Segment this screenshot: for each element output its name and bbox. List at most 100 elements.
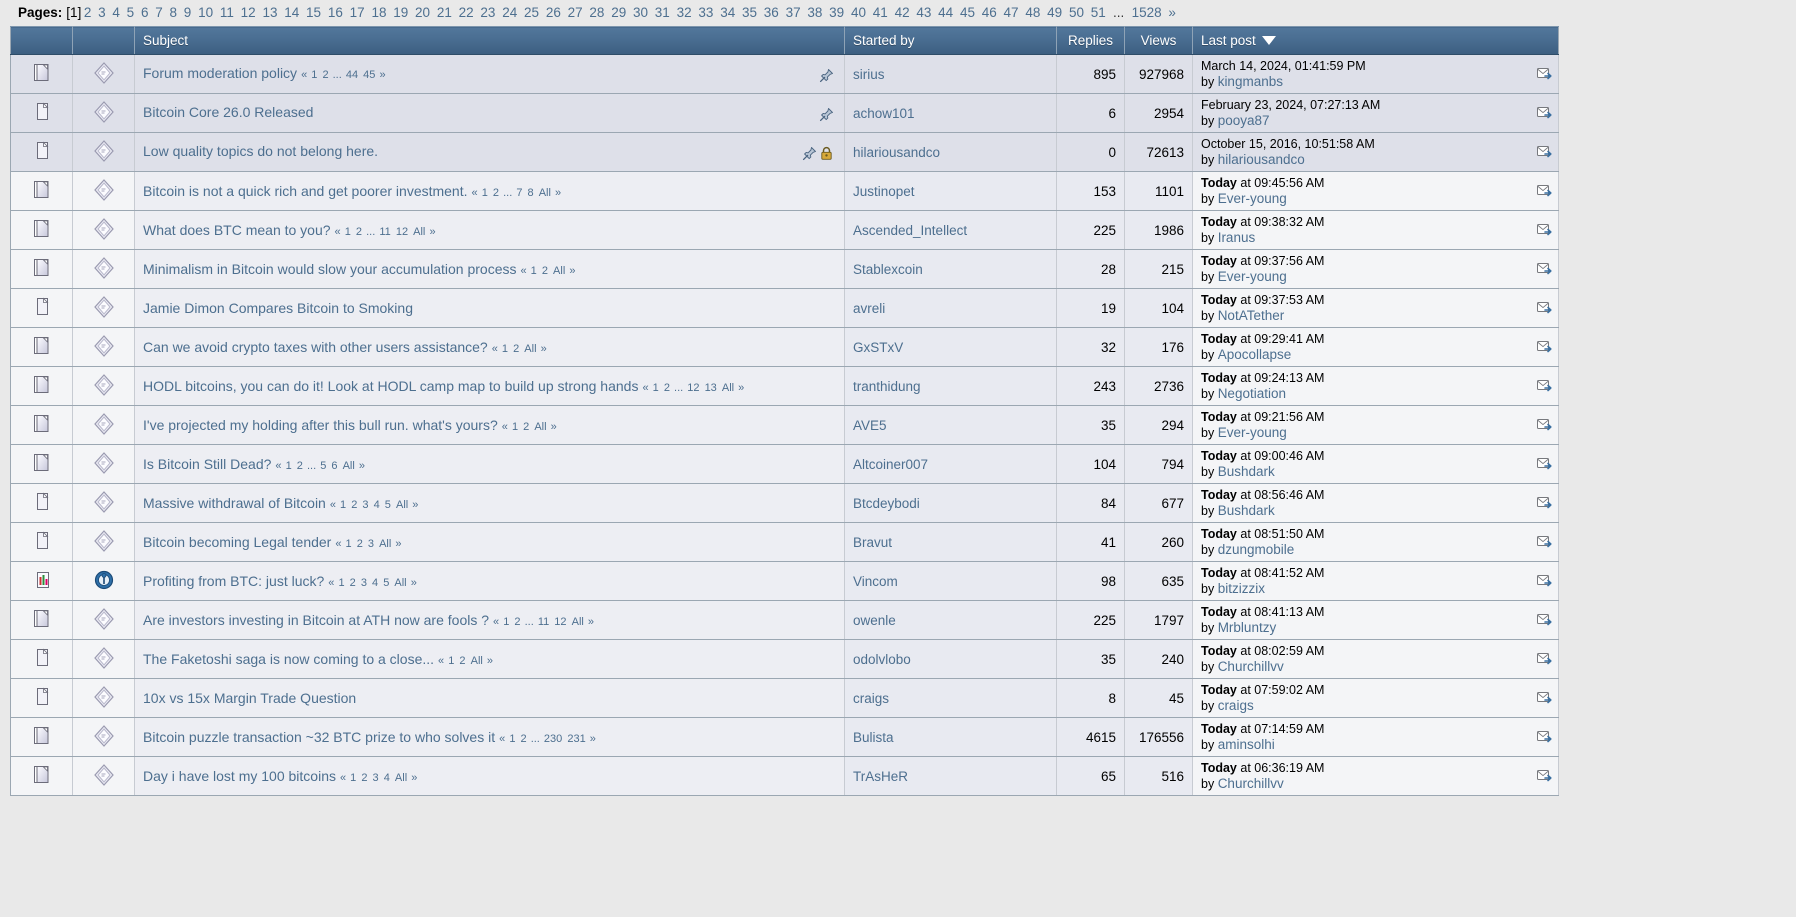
topic-starter-link[interactable]: odolvlobo bbox=[853, 652, 911, 667]
topic-page-1[interactable]: 1 bbox=[340, 499, 346, 511]
topic-page-11[interactable]: 11 bbox=[538, 616, 549, 628]
topic-page-2[interactable]: 2 bbox=[351, 499, 357, 511]
pagination-page-51[interactable]: 51 bbox=[1091, 5, 1106, 20]
topic-page-2[interactable]: 2 bbox=[513, 343, 519, 355]
topic-page-1[interactable]: 1 bbox=[346, 538, 352, 550]
topic-page-all[interactable]: All bbox=[553, 265, 565, 277]
pagination-next[interactable]: » bbox=[1168, 5, 1176, 20]
topic-page-all[interactable]: All bbox=[722, 382, 734, 394]
goto-last-post-icon[interactable] bbox=[1536, 182, 1552, 198]
pagination-page-15[interactable]: 15 bbox=[306, 5, 321, 20]
pagination-page-14[interactable]: 14 bbox=[284, 5, 299, 20]
pagination-page-33[interactable]: 33 bbox=[698, 5, 713, 20]
topic-page-1[interactable]: 1 bbox=[653, 382, 659, 394]
topic-page-5[interactable]: 5 bbox=[383, 577, 389, 589]
goto-last-post-icon[interactable] bbox=[1536, 65, 1552, 81]
topic-starter-link[interactable]: avreli bbox=[853, 301, 885, 316]
pagination-page-25[interactable]: 25 bbox=[524, 5, 539, 20]
topic-page-all[interactable]: All bbox=[395, 772, 407, 784]
pagination-page-47[interactable]: 47 bbox=[1004, 5, 1019, 20]
topic-starter-link[interactable]: sirius bbox=[853, 67, 885, 82]
topic-link[interactable]: 10x vs 15x Margin Trade Question bbox=[143, 690, 356, 706]
last-post-author-link[interactable]: Churchillvv bbox=[1218, 776, 1284, 791]
topic-starter-link[interactable]: AVE5 bbox=[853, 418, 887, 433]
pagination-page-31[interactable]: 31 bbox=[655, 5, 670, 20]
pagination-page-46[interactable]: 46 bbox=[982, 5, 997, 20]
pagination-page-29[interactable]: 29 bbox=[611, 5, 626, 20]
goto-last-post-icon[interactable] bbox=[1536, 260, 1552, 276]
topic-page-4[interactable]: 4 bbox=[384, 772, 390, 784]
topic-link[interactable]: Bitcoin becoming Legal tender bbox=[143, 534, 331, 550]
topic-page-2[interactable]: 2 bbox=[664, 382, 670, 394]
goto-last-post-icon[interactable] bbox=[1536, 299, 1552, 315]
last-post-author-link[interactable]: NotATether bbox=[1218, 308, 1285, 323]
topic-page-1[interactable]: 1 bbox=[350, 772, 356, 784]
topic-page-12[interactable]: 12 bbox=[396, 226, 408, 238]
topic-page-2[interactable]: 2 bbox=[350, 577, 356, 589]
pagination-page-43[interactable]: 43 bbox=[916, 5, 931, 20]
topic-link[interactable]: What does BTC mean to you? bbox=[143, 222, 331, 238]
topic-starter-link[interactable]: Ascended_Intellect bbox=[853, 223, 967, 238]
pagination-page-41[interactable]: 41 bbox=[873, 5, 888, 20]
topic-page-3[interactable]: 3 bbox=[368, 538, 374, 550]
topic-page-2[interactable]: 2 bbox=[459, 655, 465, 667]
pagination-page-44[interactable]: 44 bbox=[938, 5, 953, 20]
topic-link[interactable]: Massive withdrawal of Bitcoin bbox=[143, 495, 326, 511]
column-header-replies[interactable]: Replies bbox=[1056, 26, 1125, 55]
pagination-page-2[interactable]: 2 bbox=[84, 5, 92, 20]
topic-page-1[interactable]: 1 bbox=[345, 226, 351, 238]
topic-starter-link[interactable]: Bravut bbox=[853, 535, 892, 550]
column-header-topic-status[interactable] bbox=[10, 26, 73, 55]
last-post-author-link[interactable]: Ever-young bbox=[1218, 269, 1287, 284]
topic-page-2[interactable]: 2 bbox=[514, 616, 520, 628]
pagination-page-23[interactable]: 23 bbox=[480, 5, 495, 20]
topic-page-13[interactable]: 13 bbox=[705, 382, 717, 394]
pagination-page-50[interactable]: 50 bbox=[1069, 5, 1084, 20]
topic-page-2[interactable]: 2 bbox=[322, 69, 328, 81]
topic-link[interactable]: Minimalism in Bitcoin would slow your ac… bbox=[143, 261, 516, 277]
topic-page-2[interactable]: 2 bbox=[297, 460, 303, 472]
topic-page-all[interactable]: All bbox=[539, 187, 551, 199]
pagination-page-38[interactable]: 38 bbox=[807, 5, 822, 20]
topic-page-6[interactable]: 6 bbox=[331, 460, 337, 472]
goto-last-post-icon[interactable] bbox=[1536, 377, 1552, 393]
topic-starter-link[interactable]: TrAsHeR bbox=[853, 769, 908, 784]
topic-starter-link[interactable]: craigs bbox=[853, 691, 889, 706]
topic-page-all[interactable]: All bbox=[413, 226, 425, 238]
pagination-page-34[interactable]: 34 bbox=[720, 5, 735, 20]
topic-page-3[interactable]: 3 bbox=[373, 772, 379, 784]
topic-page-1[interactable]: 1 bbox=[286, 460, 292, 472]
topic-page-4[interactable]: 4 bbox=[372, 577, 378, 589]
pagination-page-40[interactable]: 40 bbox=[851, 5, 866, 20]
goto-last-post-icon[interactable] bbox=[1536, 455, 1552, 471]
pagination-page-11[interactable]: 11 bbox=[220, 5, 234, 20]
topic-starter-link[interactable]: Btcdeybodi bbox=[853, 496, 920, 511]
topic-page-2[interactable]: 2 bbox=[357, 538, 363, 550]
topic-link[interactable]: The Faketoshi saga is now coming to a cl… bbox=[143, 651, 434, 667]
topic-page-all[interactable]: All bbox=[471, 655, 483, 667]
column-header-topic-type[interactable] bbox=[72, 26, 135, 55]
pagination-page-28[interactable]: 28 bbox=[589, 5, 604, 20]
last-post-author-link[interactable]: Churchillvv bbox=[1218, 659, 1284, 674]
topic-link[interactable]: Profiting from BTC: just luck? bbox=[143, 573, 324, 589]
topic-page-3[interactable]: 3 bbox=[361, 577, 367, 589]
topic-starter-link[interactable]: Bulista bbox=[853, 730, 894, 745]
last-post-author-link[interactable]: bitzizzix bbox=[1218, 581, 1265, 596]
last-post-author-link[interactable]: Ever-young bbox=[1218, 191, 1287, 206]
topic-page-1[interactable]: 1 bbox=[502, 343, 508, 355]
last-post-author-link[interactable]: pooya87 bbox=[1218, 113, 1270, 128]
topic-page-45[interactable]: 45 bbox=[363, 69, 375, 81]
goto-last-post-icon[interactable] bbox=[1536, 338, 1552, 354]
topic-link[interactable]: Bitcoin is not a quick rich and get poor… bbox=[143, 183, 468, 199]
goto-last-post-icon[interactable] bbox=[1536, 689, 1552, 705]
topic-link[interactable]: Can we avoid crypto taxes with other use… bbox=[143, 339, 488, 355]
topic-page-2[interactable]: 2 bbox=[521, 733, 527, 745]
pagination-page-35[interactable]: 35 bbox=[742, 5, 757, 20]
pagination-page-32[interactable]: 32 bbox=[677, 5, 692, 20]
last-post-author-link[interactable]: aminsolhi bbox=[1218, 737, 1275, 752]
pagination-page-26[interactable]: 26 bbox=[546, 5, 561, 20]
pagination-page-45[interactable]: 45 bbox=[960, 5, 975, 20]
topic-starter-link[interactable]: hilariousandco bbox=[853, 145, 940, 160]
last-post-author-link[interactable]: Ever-young bbox=[1218, 425, 1287, 440]
pagination-page-20[interactable]: 20 bbox=[415, 5, 430, 20]
